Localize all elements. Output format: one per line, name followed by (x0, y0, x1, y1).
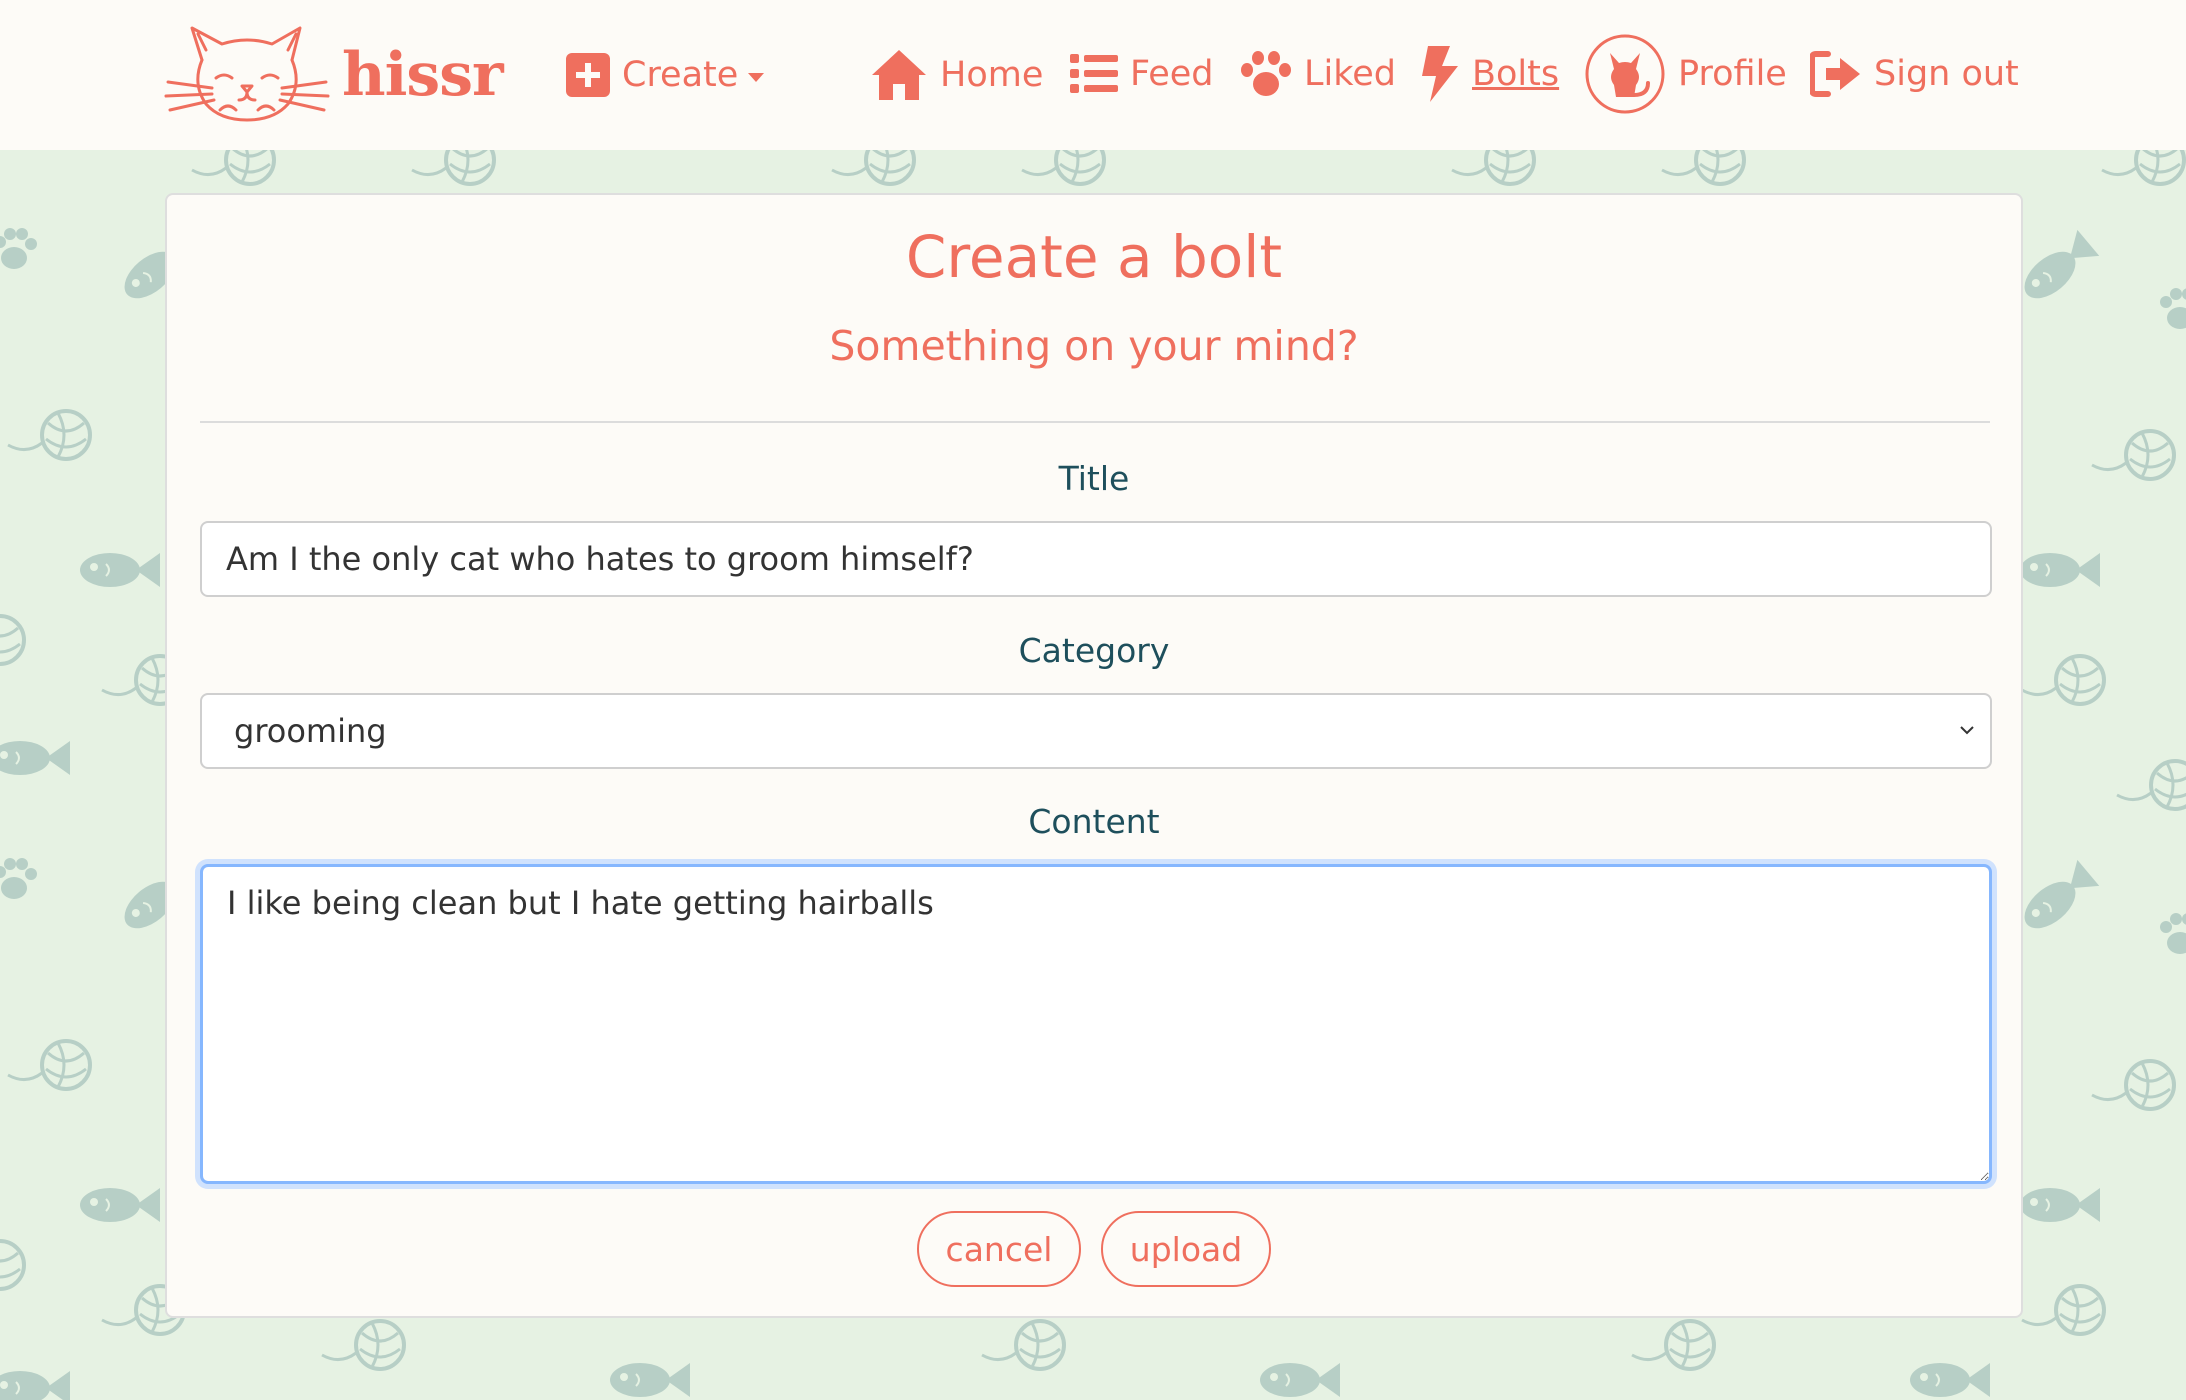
category-label: Category (1018, 631, 1170, 670)
nav-sign-out[interactable]: Sign out (1810, 46, 2019, 102)
nav-feed-label: Feed (1130, 54, 1214, 94)
nav-bolts-label: Bolts (1472, 54, 1560, 94)
cat-avatar-icon (1585, 34, 1665, 114)
sign-out-icon (1810, 51, 1860, 97)
nav-bolts[interactable]: Bolts (1420, 44, 1559, 104)
upload-button[interactable]: upload (1101, 1211, 1271, 1287)
nav-create-label: Create (622, 55, 739, 95)
content-textarea[interactable]: I like being clean but I hate getting ha… (200, 864, 1992, 1184)
chevron-down-icon (748, 72, 765, 82)
brand-link[interactable]: hissr (162, 22, 504, 128)
nav-home-label: Home (940, 55, 1044, 95)
nav-create-dropdown[interactable]: Create (566, 48, 765, 102)
cancel-button[interactable]: cancel (917, 1211, 1081, 1287)
page-title: Create a bolt (905, 223, 1283, 291)
nav-liked[interactable]: Liked (1240, 46, 1396, 102)
bolt-icon (1422, 46, 1458, 102)
nav-liked-label: Liked (1304, 54, 1396, 94)
nav-sign-out-label: Sign out (1874, 54, 2019, 94)
create-bolt-card: Create a bolt Something on your mind? Ti… (165, 193, 2023, 1318)
content-label: Content (1028, 802, 1160, 841)
home-icon (872, 50, 926, 100)
nav-profile[interactable]: Profile (1584, 33, 1787, 115)
nav-home[interactable]: Home (870, 45, 1043, 105)
top-navbar: hissr Create Home Feed Liked Bolts Profi… (0, 0, 2186, 150)
divider (200, 421, 1990, 423)
category-select[interactable]: grooming (200, 693, 1992, 769)
nav-feed[interactable]: Feed (1070, 46, 1214, 102)
cat-logo-icon (164, 26, 330, 122)
brand-name: hissr (342, 40, 504, 110)
plus-square-icon (566, 53, 610, 97)
paw-icon (1241, 51, 1291, 96)
title-input[interactable] (200, 521, 1992, 597)
page-subtitle: Something on your mind? (829, 322, 1359, 370)
list-icon (1070, 54, 1118, 93)
title-label: Title (1058, 459, 1130, 498)
nav-profile-label: Profile (1678, 54, 1787, 94)
